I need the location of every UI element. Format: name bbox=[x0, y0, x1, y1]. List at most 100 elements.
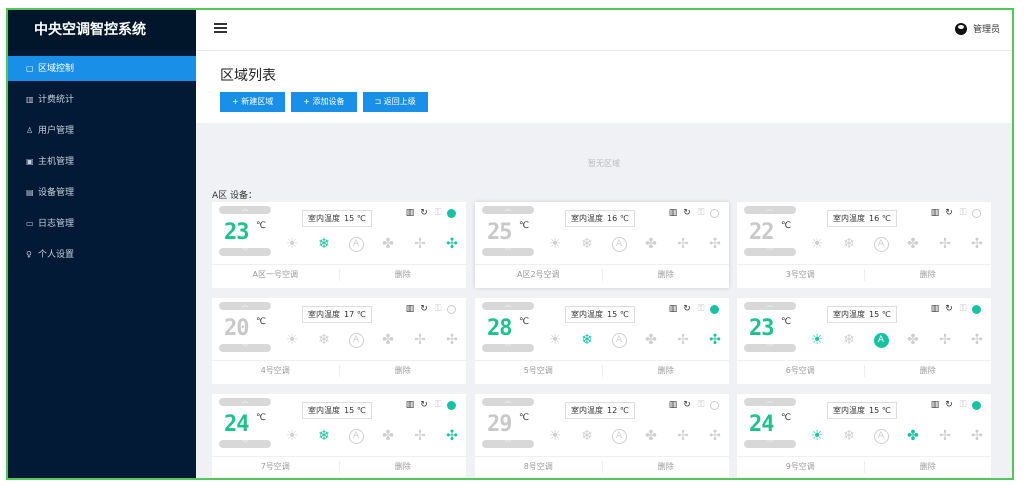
device-name[interactable]: A区2号空调 bbox=[475, 265, 602, 285]
temp-down-button[interactable]: ﹀ bbox=[482, 344, 534, 352]
lock-icon[interactable]: ⚿ bbox=[958, 208, 968, 218]
menu-toggle-icon[interactable] bbox=[214, 23, 227, 35]
device-name[interactable]: 7号空调 bbox=[212, 457, 339, 477]
fan-high-icon[interactable]: ✣ bbox=[705, 330, 725, 350]
lock-icon[interactable]: ⚿ bbox=[958, 400, 968, 410]
refresh-icon[interactable]: ↻ bbox=[682, 304, 692, 314]
delete-button[interactable]: 删除 bbox=[603, 361, 730, 381]
heat-mode-icon[interactable]: ☀ bbox=[807, 234, 827, 254]
heat-mode-icon[interactable]: ☀ bbox=[807, 426, 827, 446]
fan-low-icon[interactable]: ✤ bbox=[641, 426, 661, 446]
temp-down-button[interactable]: ﹀ bbox=[219, 344, 271, 352]
heat-mode-icon[interactable]: ☀ bbox=[545, 426, 565, 446]
auto-mode-icon[interactable]: A bbox=[609, 330, 629, 350]
cool-mode-icon[interactable]: ❄ bbox=[839, 234, 859, 254]
delete-button[interactable]: 删除 bbox=[603, 265, 730, 285]
power-icon[interactable] bbox=[710, 304, 719, 314]
auto-mode-icon[interactable]: A bbox=[609, 426, 629, 446]
sidebar-item-1[interactable]: ▥ 计费统计 bbox=[8, 87, 196, 112]
power-icon[interactable] bbox=[972, 304, 981, 314]
refresh-icon[interactable]: ↻ bbox=[944, 208, 954, 218]
stats-icon[interactable]: ▥ bbox=[668, 208, 678, 218]
stats-icon[interactable]: ▥ bbox=[405, 208, 415, 218]
temp-up-button[interactable]: ︿ bbox=[482, 206, 534, 214]
lock-icon[interactable]: ⚿ bbox=[433, 208, 443, 218]
lock-icon[interactable]: ⚿ bbox=[433, 304, 443, 314]
lock-icon[interactable]: ⚿ bbox=[958, 304, 968, 314]
fan-mid-icon[interactable]: ✢ bbox=[673, 330, 693, 350]
fan-mid-icon[interactable]: ✢ bbox=[410, 330, 430, 350]
sidebar-item-4[interactable]: ▤ 设备管理 bbox=[8, 180, 196, 205]
device-name[interactable]: 9号空调 bbox=[737, 457, 864, 477]
refresh-icon[interactable]: ↻ bbox=[682, 400, 692, 410]
heat-mode-icon[interactable]: ☀ bbox=[282, 234, 302, 254]
sidebar-item-2[interactable]: ♙ 用户管理 bbox=[8, 118, 196, 143]
fan-mid-icon[interactable]: ✢ bbox=[935, 426, 955, 446]
heat-mode-icon[interactable]: ☀ bbox=[545, 330, 565, 350]
auto-mode-icon[interactable]: A bbox=[871, 330, 891, 350]
auto-mode-icon[interactable]: A bbox=[609, 234, 629, 254]
fan-high-icon[interactable]: ✣ bbox=[705, 234, 725, 254]
fan-mid-icon[interactable]: ✢ bbox=[935, 234, 955, 254]
user-menu[interactable]: 管理员 bbox=[954, 22, 1000, 35]
device-name[interactable]: 6号空调 bbox=[737, 361, 864, 381]
delete-button[interactable]: 删除 bbox=[340, 457, 467, 477]
power-icon[interactable] bbox=[447, 400, 456, 410]
fan-high-icon[interactable]: ✣ bbox=[705, 426, 725, 446]
refresh-icon[interactable]: ↻ bbox=[682, 208, 692, 218]
stats-icon[interactable]: ▥ bbox=[668, 304, 678, 314]
delete-button[interactable]: 删除 bbox=[340, 265, 467, 285]
refresh-icon[interactable]: ↻ bbox=[419, 208, 429, 218]
refresh-icon[interactable]: ↻ bbox=[419, 304, 429, 314]
fan-mid-icon[interactable]: ✢ bbox=[410, 234, 430, 254]
power-icon[interactable] bbox=[447, 304, 456, 314]
stats-icon[interactable]: ▥ bbox=[405, 400, 415, 410]
auto-mode-icon[interactable]: A bbox=[871, 426, 891, 446]
temp-down-button[interactable]: ﹀ bbox=[482, 440, 534, 448]
stats-icon[interactable]: ▥ bbox=[405, 304, 415, 314]
fan-low-icon[interactable]: ✤ bbox=[378, 234, 398, 254]
power-icon[interactable] bbox=[972, 400, 981, 410]
fan-low-icon[interactable]: ✤ bbox=[641, 330, 661, 350]
auto-mode-icon[interactable]: A bbox=[346, 426, 366, 446]
device-name[interactable]: 4号空调 bbox=[212, 361, 339, 381]
device-name[interactable]: 3号空调 bbox=[737, 265, 864, 285]
lock-icon[interactable]: ⚿ bbox=[696, 304, 706, 314]
refresh-icon[interactable]: ↻ bbox=[944, 400, 954, 410]
temp-up-button[interactable]: ︿ bbox=[219, 398, 271, 406]
delete-button[interactable]: 删除 bbox=[865, 361, 992, 381]
temp-down-button[interactable]: ﹀ bbox=[219, 440, 271, 448]
fan-low-icon[interactable]: ✤ bbox=[641, 234, 661, 254]
cool-mode-icon[interactable]: ❄ bbox=[839, 426, 859, 446]
fan-low-icon[interactable]: ✤ bbox=[378, 426, 398, 446]
temp-down-button[interactable]: ﹀ bbox=[744, 440, 796, 448]
temp-up-button[interactable]: ︿ bbox=[744, 302, 796, 310]
delete-button[interactable]: 删除 bbox=[865, 457, 992, 477]
temp-down-button[interactable]: ﹀ bbox=[219, 248, 271, 256]
device-name[interactable]: 5号空调 bbox=[475, 361, 602, 381]
back-button[interactable]: ⊐ 返回上级 bbox=[362, 92, 428, 112]
temp-down-button[interactable]: ﹀ bbox=[744, 248, 796, 256]
refresh-icon[interactable]: ↻ bbox=[419, 400, 429, 410]
heat-mode-icon[interactable]: ☀ bbox=[282, 330, 302, 350]
sidebar-item-0[interactable]: ▢ 区域控制 bbox=[8, 56, 196, 81]
temp-up-button[interactable]: ︿ bbox=[744, 398, 796, 406]
lock-icon[interactable]: ⚿ bbox=[696, 208, 706, 218]
delete-button[interactable]: 删除 bbox=[340, 361, 467, 381]
sidebar-item-3[interactable]: ▣ 主机管理 bbox=[8, 149, 196, 174]
fan-high-icon[interactable]: ✣ bbox=[442, 426, 462, 446]
power-icon[interactable] bbox=[447, 208, 456, 218]
fan-high-icon[interactable]: ✣ bbox=[967, 330, 987, 350]
fan-low-icon[interactable]: ✤ bbox=[903, 426, 923, 446]
heat-mode-icon[interactable]: ☀ bbox=[545, 234, 565, 254]
cool-mode-icon[interactable]: ❄ bbox=[577, 234, 597, 254]
power-icon[interactable] bbox=[710, 400, 719, 410]
auto-mode-icon[interactable]: A bbox=[871, 234, 891, 254]
cool-mode-icon[interactable]: ❄ bbox=[577, 330, 597, 350]
sidebar-item-6[interactable]: ♀ 个人设置 bbox=[8, 242, 196, 267]
lock-icon[interactable]: ⚿ bbox=[696, 400, 706, 410]
auto-mode-icon[interactable]: A bbox=[346, 330, 366, 350]
fan-mid-icon[interactable]: ✢ bbox=[935, 330, 955, 350]
temp-up-button[interactable]: ︿ bbox=[219, 206, 271, 214]
temp-up-button[interactable]: ︿ bbox=[482, 302, 534, 310]
